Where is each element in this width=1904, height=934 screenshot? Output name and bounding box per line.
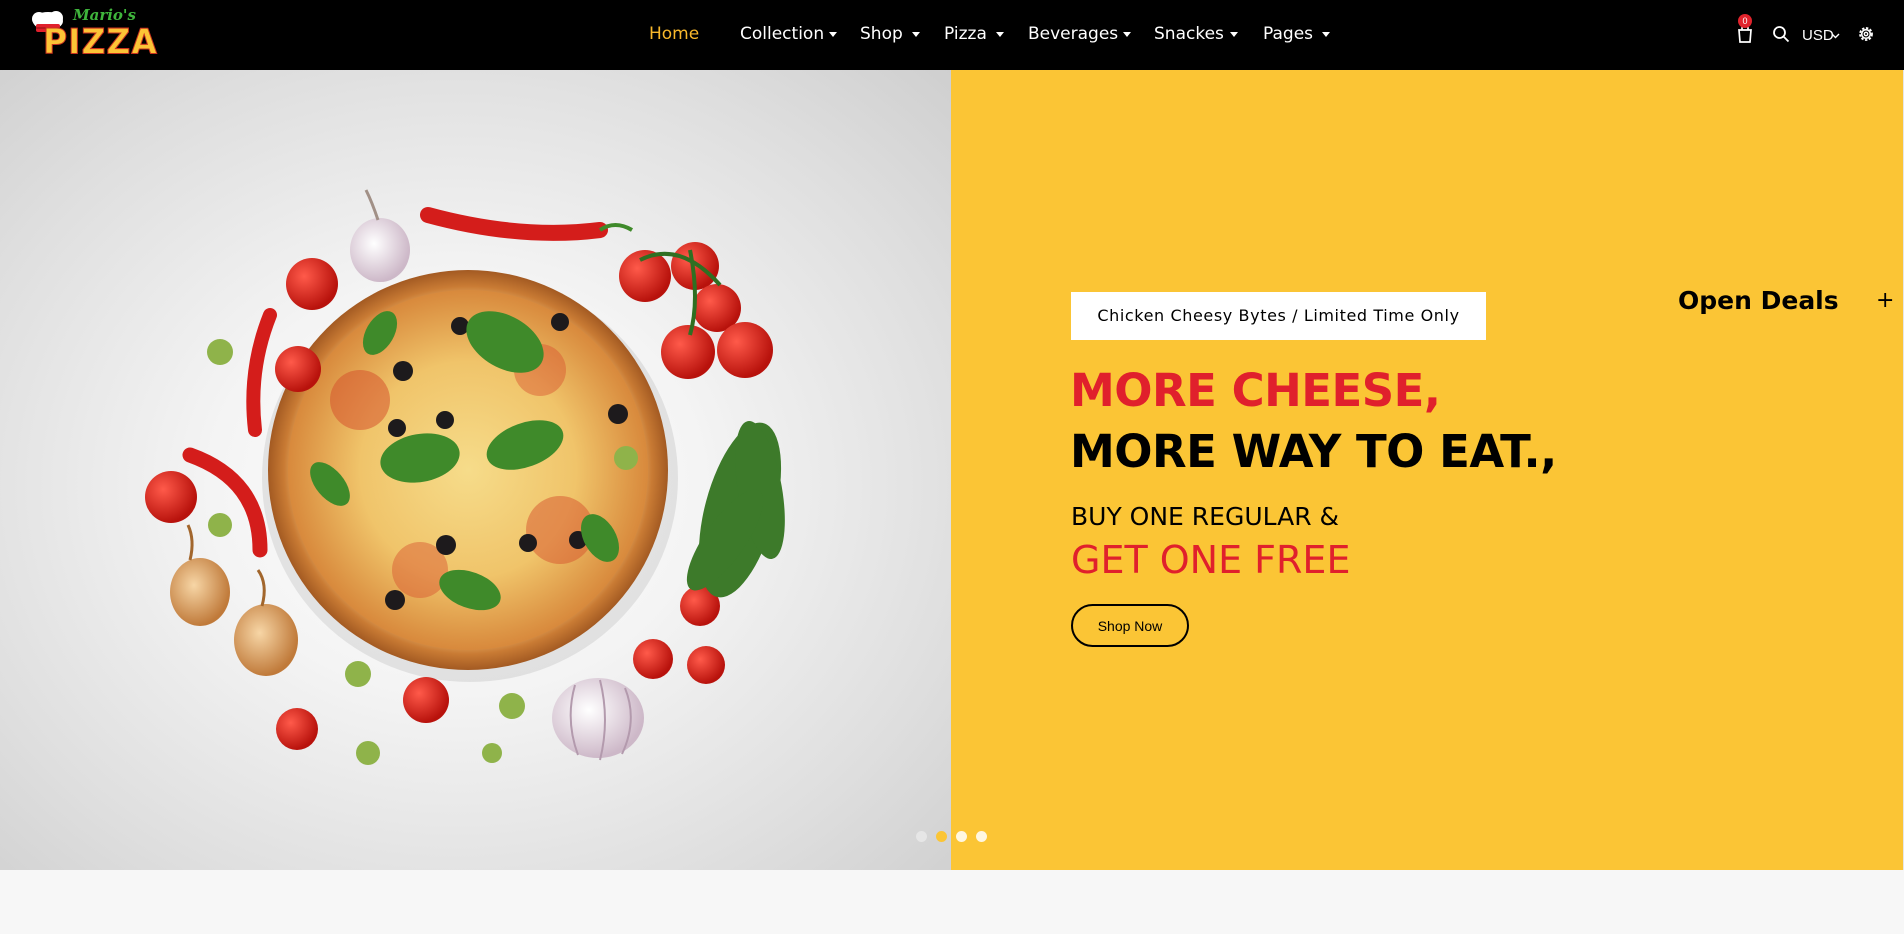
- shop-now-button[interactable]: Shop Now: [1071, 604, 1189, 647]
- cart-count-badge: 0: [1738, 14, 1752, 28]
- nav-item-beverages[interactable]: Beverages: [1028, 23, 1118, 45]
- nav-item-pages[interactable]: Pages: [1263, 23, 1313, 45]
- slider-dot[interactable]: [976, 831, 987, 842]
- promo-tag: Chicken Cheesy Bytes / Limited Time Only: [1071, 292, 1486, 340]
- plus-icon[interactable]: +: [1876, 288, 1894, 313]
- chevron-down-icon[interactable]: [1123, 32, 1131, 37]
- hero-image-pizza: [0, 70, 951, 870]
- slider-dot-active[interactable]: [936, 831, 947, 842]
- main-nav: Home Collection Shop Pizza Beverages Sna…: [0, 0, 1904, 70]
- hero-headline-line2: MORE WAY TO EAT.,: [1070, 425, 1557, 478]
- chevron-down-icon[interactable]: [1322, 32, 1330, 37]
- hero-subheadline-line1: BUY ONE REGULAR &: [1071, 502, 1340, 531]
- chevron-down-icon[interactable]: [1230, 32, 1238, 37]
- nav-item-snackes[interactable]: Snackes: [1154, 23, 1224, 45]
- chevron-down-icon[interactable]: [1831, 33, 1840, 39]
- nav-item-collection[interactable]: Collection: [740, 23, 824, 45]
- chevron-down-icon[interactable]: [996, 32, 1004, 37]
- nav-item-pizza[interactable]: Pizza: [944, 23, 987, 45]
- slider-dot[interactable]: [956, 831, 967, 842]
- currency-selector[interactable]: USD: [1802, 27, 1834, 44]
- chevron-down-icon[interactable]: [912, 32, 920, 37]
- chevron-down-icon[interactable]: [829, 32, 837, 37]
- site-header: Mario's PIZZA Home Collection Shop Pizza…: [0, 0, 1904, 70]
- nav-item-shop[interactable]: Shop: [860, 23, 903, 45]
- search-icon[interactable]: [1772, 25, 1790, 43]
- nav-item-home[interactable]: Home: [649, 23, 699, 45]
- hero-headline-line1: MORE CHEESE,: [1070, 364, 1441, 417]
- pizza-illustration: [145, 189, 785, 765]
- open-deals-title[interactable]: Open Deals: [1678, 286, 1839, 315]
- gear-icon[interactable]: [1857, 25, 1875, 43]
- hero-subheadline-line2: GET ONE FREE: [1071, 538, 1351, 582]
- slider-dot[interactable]: [916, 831, 927, 842]
